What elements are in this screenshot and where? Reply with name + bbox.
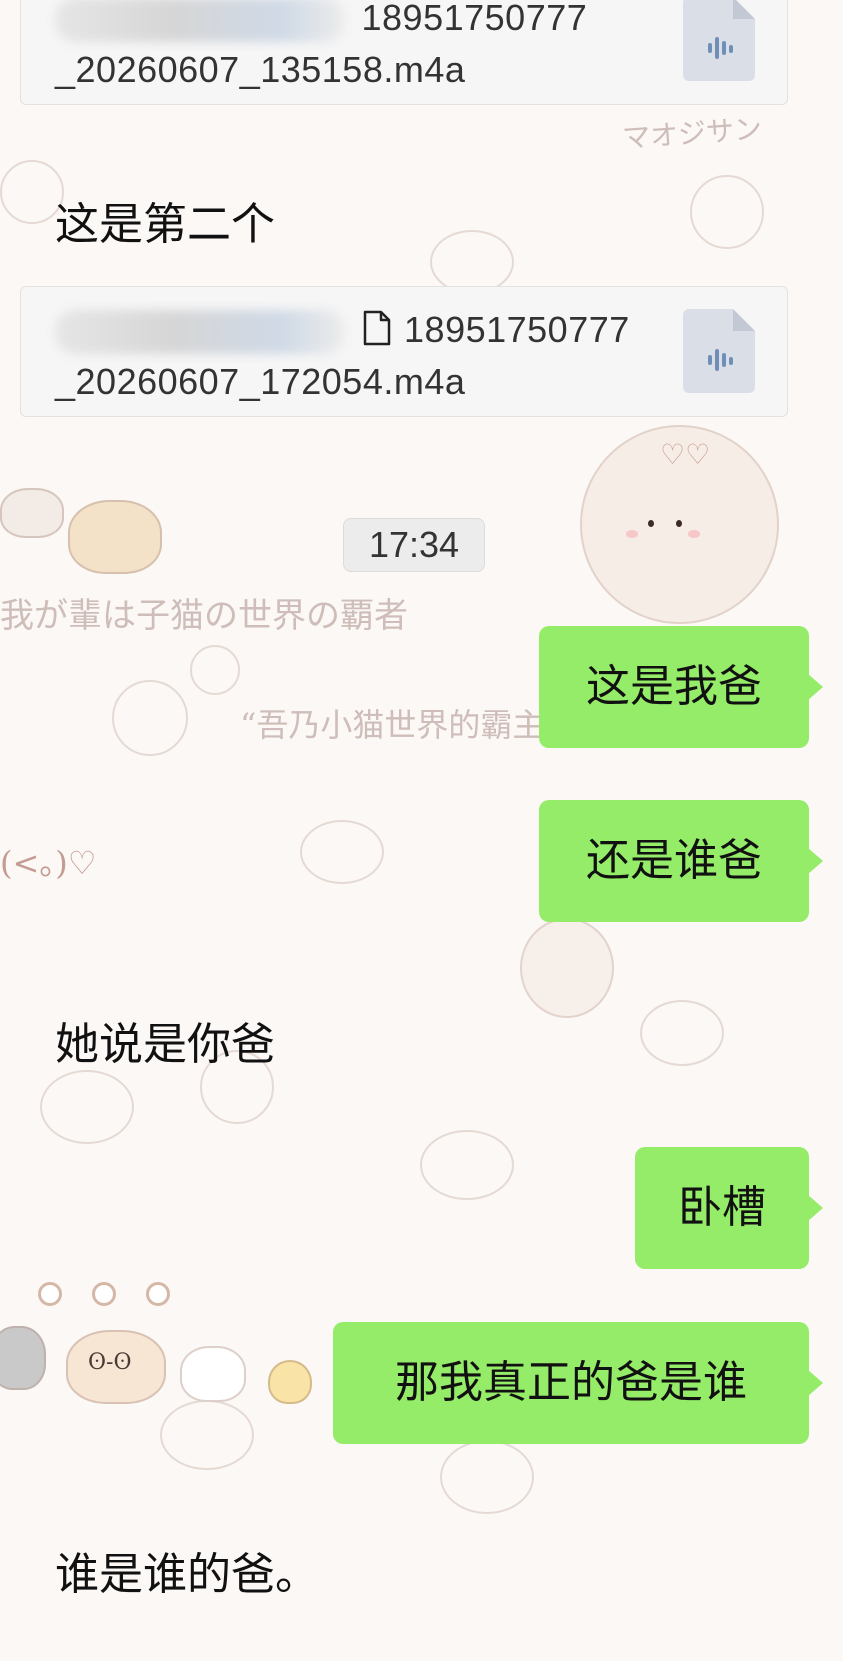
cat-cheek [626, 530, 638, 538]
heart-icon: ♡♡ [660, 438, 711, 471]
file-name-line1: 18951750777 [55, 309, 630, 355]
dizzy-eyes-icon: ʘ-ʘ [88, 1350, 132, 1375]
audio-file-icon [683, 0, 755, 81]
cat-cheek [688, 530, 700, 538]
file-name-line2: _20260607_172054.m4a [55, 361, 466, 402]
outgoing-message-bubble[interactable]: 还是谁爸 [539, 800, 823, 922]
cat-eye [676, 520, 682, 527]
cat-doodle [520, 918, 614, 1018]
file-message-card[interactable]: 18951750777 _20260607_172054.m4a [20, 286, 788, 417]
wallpaper-emoticon: (<。)♡ [0, 844, 97, 882]
ring-doodle [38, 1282, 62, 1306]
cat-doodle [430, 230, 514, 294]
cat-doodle [0, 488, 64, 538]
incoming-text-message: 她说是你爸 [55, 1019, 275, 1070]
cat-doodle [690, 175, 764, 249]
cat-eye [648, 520, 654, 527]
file-name-line2: _20260607_135158.m4a [55, 49, 466, 90]
cat-doodle [300, 820, 384, 884]
cat-doodle [420, 1130, 514, 1200]
gray-cat-doodle [0, 1326, 46, 1390]
cat-doodle [40, 1070, 134, 1144]
audio-file-icon [683, 309, 755, 393]
cat-doodle [440, 1440, 534, 1514]
blurred-sender [55, 0, 345, 43]
incoming-text-message: 谁是谁的爸。 [55, 1549, 319, 1600]
ring-doodle [146, 1282, 170, 1306]
wallpaper-caption-cn: “吾乃小猫世界的霸主” [240, 706, 561, 744]
outgoing-message-bubble[interactable]: 那我真正的爸是谁 [333, 1322, 823, 1444]
wallpaper-text-top-right: マオジサン [621, 112, 764, 155]
outgoing-message-bubble[interactable]: 这是我爸 [539, 626, 823, 748]
file-message-card[interactable]: 18951750777 _20260607_135158.m4a [20, 0, 788, 105]
document-icon [363, 310, 390, 346]
cat-doodle [640, 1000, 724, 1066]
chick-doodle [268, 1360, 312, 1404]
ring-doodle [92, 1282, 116, 1306]
cat-doodle [68, 500, 162, 574]
file-name-line1: 18951750777 [55, 0, 587, 43]
outgoing-message-bubble[interactable]: 卧槽 [635, 1147, 823, 1269]
cat-doodle [160, 1400, 254, 1470]
timestamp-pill: 17:34 [343, 518, 485, 572]
incoming-text-message: 这是第二个 [55, 199, 275, 250]
blurred-sender [55, 310, 345, 355]
sun-doodle [190, 645, 240, 695]
cat-doodle [180, 1346, 246, 1402]
wallpaper-caption-jp: 我が輩は子猫の世界の覇者 [0, 596, 408, 636]
cat-doodle [112, 680, 188, 756]
